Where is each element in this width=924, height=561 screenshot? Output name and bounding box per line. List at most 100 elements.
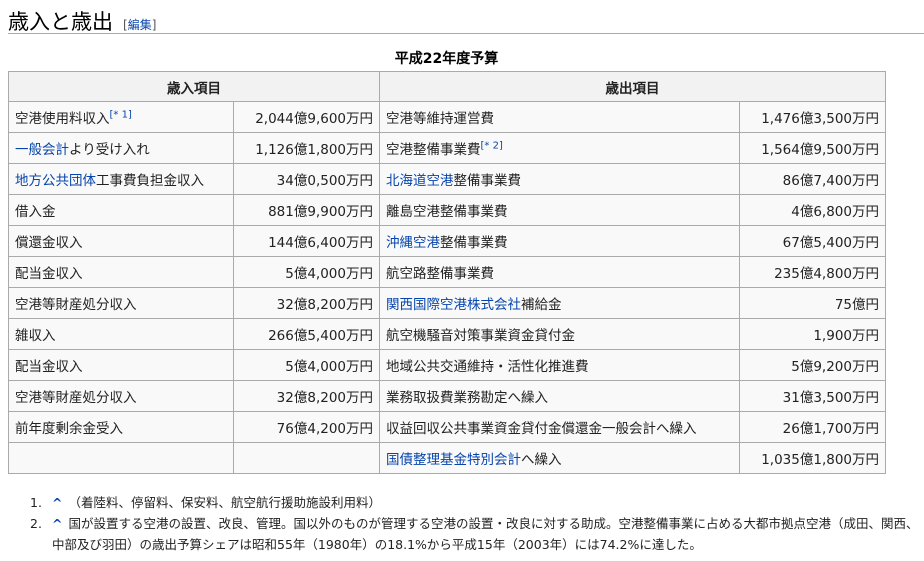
expenditure-item-cell: 航空路整備事業費 [379, 256, 740, 288]
exp-item-text: 整備事業費 [453, 173, 522, 189]
rev-item-link[interactable]: 一般会計 [15, 142, 69, 158]
table-row: 前年度剰余金受入 76億4,200万円 収益回収公共事業資金貸付金償還金一般会計へ繰… [8, 411, 886, 443]
footnote-text: （着陸料、停留料、保安料、航空航行援助施設利用料） [68, 495, 381, 510]
expenditure-item-cell: 国債整理基金特別会計へ繰入 [379, 442, 740, 474]
revenue-item-cell: 前年度剰余金受入 [8, 411, 234, 443]
revenue-item-cell: 配当金収入 [8, 349, 234, 381]
exp-item-text: 空港等維持運営費 [386, 111, 494, 127]
revenue-item-cell: 一般会計より受け入れ [8, 132, 234, 164]
edit-section: [編集] [123, 18, 156, 32]
rev-item-text: 空港使用料収入 [15, 111, 110, 127]
table-row: 一般会計より受け入れ 1,126億1,800万円 空港整備事業費[* 2] 1,564… [8, 132, 886, 164]
revenue-item-cell: 借入金 [8, 194, 234, 226]
footnote-number: 2. [30, 516, 42, 531]
table-header-row: 歳入項目 歳出項目 [8, 71, 886, 102]
rev-item-text: 空港等財産処分収入 [15, 390, 137, 406]
table-row: 空港等財産処分収入 32億8,200万円 関西国際空港株式会社補給金 75億円 [8, 287, 886, 319]
revenue-item-cell: 空港等財産処分収入 [8, 380, 234, 412]
expenditure-amount: 1,476億3,500万円 [739, 101, 886, 133]
revenue-amount: 5億4,000万円 [233, 349, 380, 381]
rev-item-text: 配当金収入 [15, 266, 83, 282]
rev-item-text: より受け入れ [69, 142, 150, 158]
reference-link[interactable]: [* 1] [110, 110, 132, 121]
revenue-item-cell: 雑収入 [8, 318, 234, 350]
footnote-body: ^ （着陸料、停留料、保安料、航空航行援助施設利用料） [52, 492, 919, 513]
expenditure-amount: 5億9,200万円 [739, 349, 886, 381]
footnote-item: 2. ^ 国が設置する空港の設置、改良、管理。国以外のものが管理する空港の設置・改良… [30, 513, 919, 555]
footnote-number: 1. [30, 495, 42, 510]
expenditure-item-cell: 空港等維持運営費 [379, 101, 740, 133]
rev-item-text: 雑収入 [15, 328, 56, 344]
section-heading-bar: 歳入と歳出 [編集] [8, 0, 924, 34]
edit-bracket-close: ] [151, 18, 157, 32]
revenue-amount: 32億8,200万円 [233, 380, 380, 412]
revenue-amount: 2,044億9,600万円 [233, 101, 380, 133]
exp-item-link[interactable]: 国債整理基金特別会計 [386, 452, 521, 468]
revenue-amount: 76億4,200万円 [233, 411, 380, 443]
expenditure-item-cell: 空港整備事業費[* 2] [379, 132, 740, 164]
revenue-amount: 881億9,900万円 [233, 194, 380, 226]
expenditure-amount: 1,900万円 [739, 318, 886, 350]
table-row: 空港使用料収入[* 1] 2,044億9,600万円 空港等維持運営費 1,476億3… [8, 101, 886, 133]
footnote-text: 国が設置する空港の設置、改良、管理。国以外のものが管理する空港の設置・改良に対す… [52, 516, 919, 552]
footnotes-list: 1. ^ （着陸料、停留料、保安料、航空航行援助施設利用料） 2. ^ 国が設置する空港の… [30, 492, 919, 555]
exp-item-text: 航空路整備事業費 [386, 266, 494, 282]
table-row: 償還金収入 144億6,400万円 沖縄空港整備事業費 67億5,400万円 [8, 225, 886, 257]
exp-item-link[interactable]: 北海道空港 [386, 173, 454, 189]
expenditure-amount: 1,564億9,500万円 [739, 132, 886, 164]
exp-item-text: 離島空港整備事業費 [386, 204, 508, 220]
revenue-item-cell: 空港使用料収入[* 1] [8, 101, 234, 133]
exp-item-link[interactable]: 沖縄空港 [386, 235, 440, 251]
exp-item-text: へ繰入 [521, 452, 562, 468]
expenditure-item-cell: 北海道空港整備事業費 [379, 163, 740, 195]
reference-note: [* 1] [110, 110, 132, 121]
table-row: 配当金収入 5億4,000万円 地域公共交通維持・活性化推進費 5億9,200万円 [8, 349, 886, 381]
expenditure-amount: 67億5,400万円 [739, 225, 886, 257]
exp-item-text: 空港整備事業費 [386, 142, 481, 158]
table-row: 空港等財産処分収入 32億8,200万円 業務取扱費業務勘定へ繰入 31億3,500万… [8, 380, 886, 412]
expenditure-item-cell: 地域公共交通維持・活性化推進費 [379, 349, 740, 381]
expenditure-amount: 75億円 [739, 287, 886, 319]
table-body: 空港使用料収入[* 1] 2,044億9,600万円 空港等維持運営費 1,476億3… [8, 101, 886, 474]
revenue-amount: 34億0,500万円 [233, 163, 380, 195]
expenditure-item-cell: 航空機騒音対策事業資金貸付金 [379, 318, 740, 350]
rev-item-text: 工事費負担金収入 [96, 173, 204, 189]
rev-item-text: 前年度剰余金受入 [15, 421, 123, 437]
revenue-item-cell: 配当金収入 [8, 256, 234, 288]
table-caption: 平成22年度予算 [394, 51, 499, 67]
rev-item-text: 空港等財産処分収入 [15, 297, 137, 313]
reference-link[interactable]: [* 2] [481, 141, 503, 152]
expenditure-amount: 1,035億1,800万円 [739, 442, 886, 474]
table-row: 借入金 881億9,900万円 離島空港整備事業費 4億6,800万円 [8, 194, 886, 226]
exp-item-link[interactable]: 関西国際空港株式会社 [386, 297, 521, 313]
section-title: 歳入と歳出 [8, 10, 113, 34]
edit-section-link[interactable]: 編集 [128, 18, 152, 32]
revenue-amount [233, 442, 380, 474]
expenditure-item-cell: 収益回収公共事業資金貸付金償還金一般会計へ繰入 [379, 411, 740, 443]
revenue-header: 歳入項目 [8, 71, 380, 102]
exp-item-text: 補給金 [521, 297, 562, 313]
revenue-amount: 5億4,000万円 [233, 256, 380, 288]
expenditure-amount: 26億1,700万円 [739, 411, 886, 443]
expenditure-item-cell: 業務取扱費業務勘定へ繰入 [379, 380, 740, 412]
footnote-item: 1. ^ （着陸料、停留料、保安料、航空航行援助施設利用料） [30, 492, 919, 513]
rev-item-text: 借入金 [15, 204, 56, 220]
revenue-item-cell: 地方公共団体工事費負担金収入 [8, 163, 234, 195]
revenue-item-cell: 償還金収入 [8, 225, 234, 257]
exp-item-text: 収益回収公共事業資金貸付金償還金一般会計へ繰入 [386, 421, 697, 437]
table-row: 配当金収入 5億4,000万円 航空路整備事業費 235億4,800万円 [8, 256, 886, 288]
expenditure-amount: 4億6,800万円 [739, 194, 886, 226]
section-heading: 歳入と歳出 [編集] [8, 6, 156, 36]
table-row: 地方公共団体工事費負担金収入 34億0,500万円 北海道空港整備事業費 86億7,4… [8, 163, 886, 195]
expenditure-amount: 86億7,400万円 [739, 163, 886, 195]
revenue-amount: 266億5,400万円 [233, 318, 380, 350]
table-row: 国債整理基金特別会計へ繰入 1,035億1,800万円 [8, 442, 886, 474]
exp-item-text: 業務取扱費業務勘定へ繰入 [386, 390, 548, 406]
revenue-amount: 144億6,400万円 [233, 225, 380, 257]
rev-item-text: 償還金収入 [15, 235, 83, 251]
revenue-item-cell: 空港等財産処分収入 [8, 287, 234, 319]
expenditure-item-cell: 関西国際空港株式会社補給金 [379, 287, 740, 319]
exp-item-text: 航空機騒音対策事業資金貸付金 [386, 328, 575, 344]
exp-item-text: 地域公共交通維持・活性化推進費 [386, 359, 589, 375]
rev-item-link[interactable]: 地方公共団体 [15, 173, 96, 189]
